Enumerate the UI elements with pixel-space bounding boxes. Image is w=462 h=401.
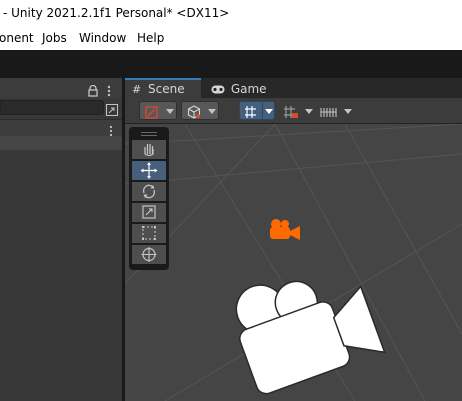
gizmo-toggle[interactable] bbox=[239, 101, 275, 120]
scene-viewport[interactable] bbox=[125, 124, 462, 401]
hierarchy-toolbar-row bbox=[0, 119, 122, 137]
menu-component[interactable]: onent bbox=[0, 31, 34, 45]
palette-drag-handle[interactable] bbox=[141, 132, 157, 133]
grid-snap-icon bbox=[283, 104, 299, 123]
shading-icon bbox=[187, 104, 201, 123]
chevron-down-icon bbox=[265, 109, 273, 114]
scene-tab-bar: # Scene Game bbox=[125, 78, 462, 98]
kebab-menu-icon[interactable] bbox=[106, 82, 112, 101]
increment-snap-icon bbox=[320, 104, 338, 123]
title-bar: - Unity 2021.2.1f1 Personal* <DX11> bbox=[0, 0, 462, 28]
gizmo-2d-3d-icon bbox=[244, 104, 260, 123]
chevron-down-icon bbox=[166, 109, 174, 114]
tab-game[interactable]: Game bbox=[211, 78, 271, 98]
tool-palette bbox=[129, 127, 169, 270]
hand-tool[interactable] bbox=[132, 140, 166, 159]
menu-window[interactable]: Window bbox=[79, 31, 126, 45]
shading-dropdown[interactable] bbox=[181, 101, 219, 120]
move-tool[interactable] bbox=[132, 161, 166, 180]
scale-tool[interactable] bbox=[132, 203, 166, 222]
scene-grid-icon: # bbox=[132, 83, 142, 96]
grid-snap-dropdown[interactable] bbox=[279, 101, 315, 120]
game-controller-icon bbox=[211, 83, 225, 97]
menu-jobs[interactable]: Jobs bbox=[42, 31, 67, 45]
scene-grid bbox=[125, 124, 462, 401]
draw-mode-icon bbox=[145, 104, 158, 123]
search-options-icon[interactable] bbox=[106, 101, 118, 120]
orange-camera-icon bbox=[270, 219, 300, 240]
tab-scene-label: Scene bbox=[148, 82, 185, 96]
chevron-down-icon bbox=[344, 109, 352, 114]
tab-scene[interactable]: # Scene bbox=[125, 78, 201, 98]
window-title: - Unity 2021.2.1f1 Personal* <DX11> bbox=[3, 6, 230, 20]
tab-game-label: Game bbox=[230, 82, 267, 96]
scene-toolbar bbox=[125, 98, 462, 124]
rotate-tool[interactable] bbox=[132, 182, 166, 201]
lock-icon[interactable] bbox=[88, 82, 98, 101]
hierarchy-header bbox=[0, 78, 122, 98]
transform-tool[interactable] bbox=[132, 245, 166, 264]
hierarchy-panel bbox=[0, 78, 122, 401]
rect-tool[interactable] bbox=[132, 224, 166, 243]
main-toolbar bbox=[0, 50, 462, 78]
menu-bar: onent Jobs Window Help bbox=[0, 28, 462, 50]
chevron-down-icon bbox=[208, 109, 216, 114]
camera-gizmo-icon bbox=[235, 280, 386, 395]
hierarchy-row[interactable] bbox=[0, 136, 122, 150]
chevron-down-icon bbox=[305, 109, 313, 114]
draw-mode-dropdown[interactable] bbox=[139, 101, 177, 120]
hierarchy-search-input[interactable] bbox=[0, 100, 104, 115]
scene-panel: # Scene Game bbox=[125, 78, 462, 401]
increment-snap-dropdown[interactable] bbox=[316, 101, 354, 120]
menu-help[interactable]: Help bbox=[137, 31, 164, 45]
